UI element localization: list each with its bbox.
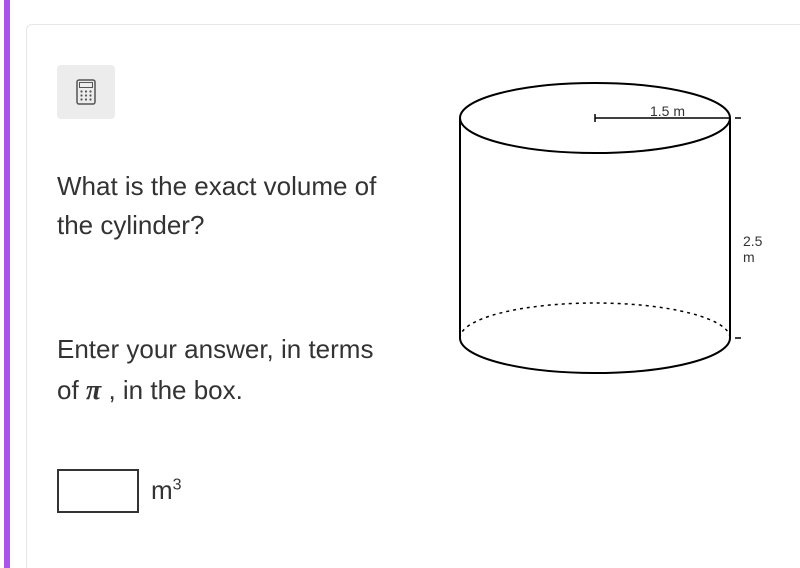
- instruction-text: Enter your answer, in terms of π , in th…: [57, 329, 397, 413]
- radius-label: 1.5 m: [650, 103, 685, 119]
- calculator-button[interactable]: [57, 65, 115, 119]
- height-label: 2.5 m: [743, 233, 775, 265]
- unit-exponent: 3: [173, 477, 182, 494]
- unit-label: m3: [151, 475, 182, 506]
- instruction-post: , in the box.: [101, 375, 243, 405]
- left-column: What is the exact volume of the cylinder…: [57, 65, 397, 513]
- answer-input[interactable]: [57, 469, 139, 513]
- question-card: What is the exact volume of the cylinder…: [26, 24, 800, 568]
- pi-symbol: π: [86, 375, 101, 406]
- cylinder-svg: [445, 73, 745, 383]
- content-row: What is the exact volume of the cylinder…: [57, 65, 800, 513]
- question-text: What is the exact volume of the cylinder…: [57, 167, 397, 245]
- cylinder-diagram: 1.5 m 2.5 m: [445, 73, 775, 393]
- answer-row: m3: [57, 469, 397, 513]
- calculator-icon: [76, 79, 96, 105]
- accent-bar: [4, 0, 10, 568]
- unit-base: m: [151, 475, 173, 505]
